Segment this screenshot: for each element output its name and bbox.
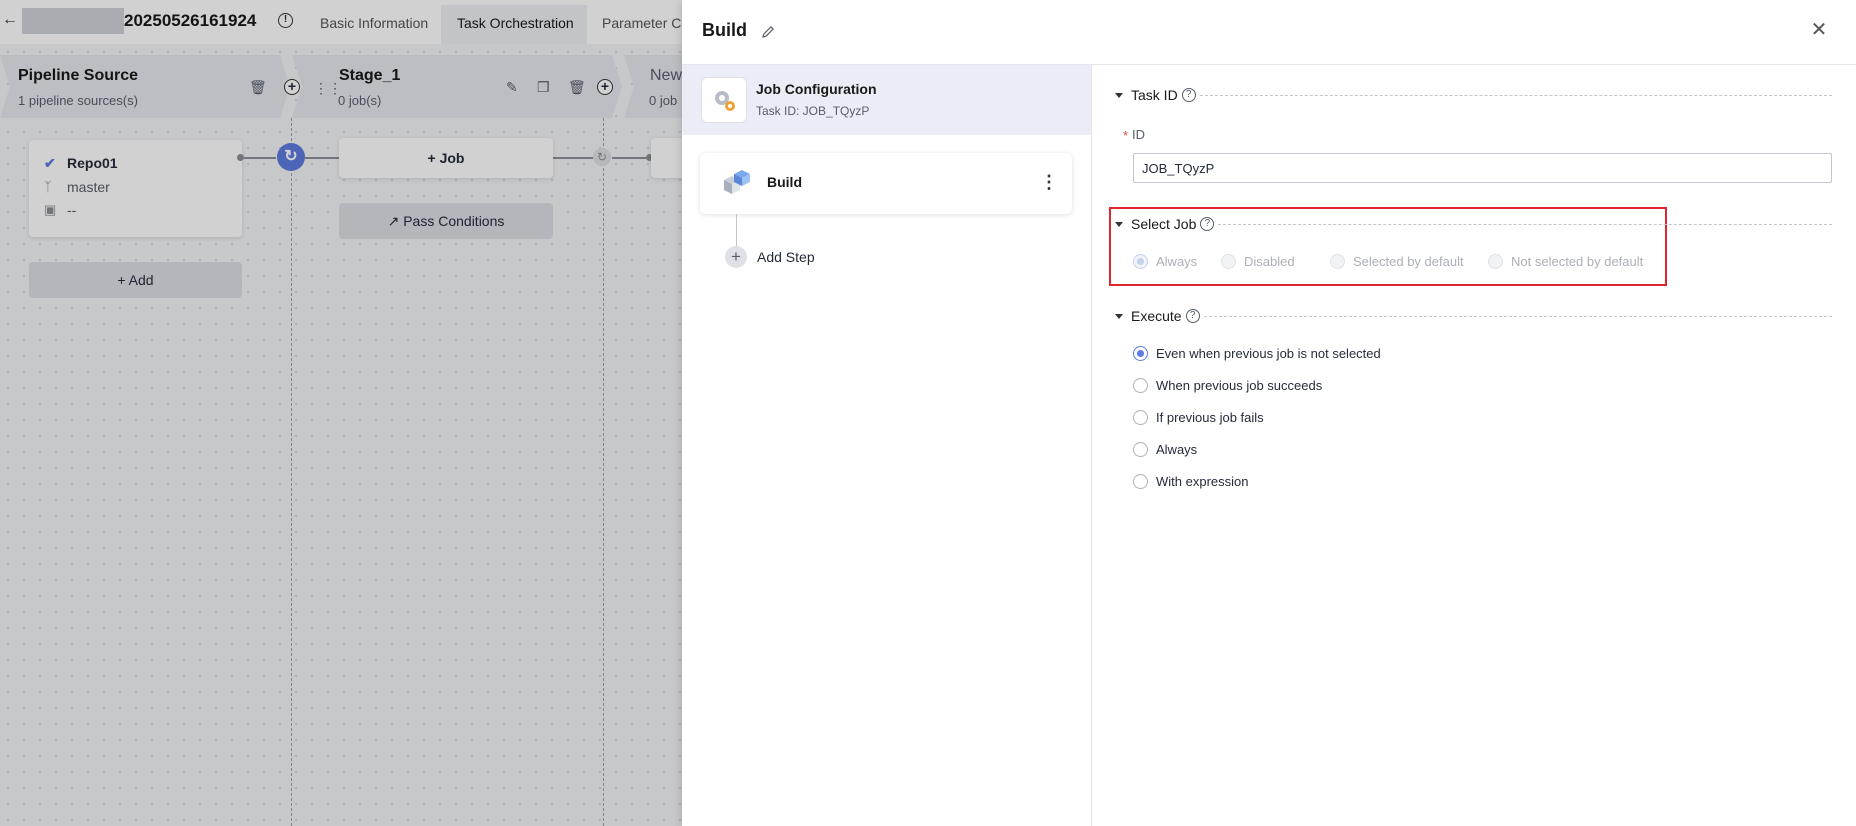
select-job-option-always[interactable]: Always — [1133, 254, 1197, 269]
execute-option-always[interactable]: Always — [1133, 442, 1197, 457]
select-job-option-selected-by-default[interactable]: Selected by default — [1330, 254, 1464, 269]
execute-option-with-expression[interactable]: With expression — [1133, 474, 1248, 489]
radio-label: With expression — [1156, 474, 1249, 489]
select-job-section-header[interactable]: Select Job ? — [1115, 214, 1832, 234]
task-id-section-label: Task ID — [1131, 87, 1178, 103]
radio-button[interactable] — [1133, 442, 1148, 457]
radio-label: Not selected by default — [1511, 254, 1644, 269]
modal-overlay[interactable] — [0, 0, 682, 826]
select-job-section-label: Select Job — [1131, 216, 1197, 232]
radio-label: Disabled — [1244, 254, 1295, 269]
task-id-input[interactable] — [1133, 153, 1832, 183]
radio-label: When previous job succeeds — [1156, 378, 1323, 393]
drawer-header: Build ✕ — [682, 0, 1856, 65]
required-marker: * — [1123, 128, 1129, 143]
build-step-card[interactable]: Build ⋮ — [700, 153, 1072, 214]
job-settings-panel: Task ID ? * ID Select Job ? Always Disab… — [1093, 65, 1856, 826]
radio-button[interactable] — [1330, 254, 1345, 269]
radio-button[interactable] — [1133, 346, 1148, 361]
section-divider — [1199, 94, 1832, 96]
edit-title-icon[interactable] — [760, 24, 776, 40]
radio-button[interactable] — [1488, 254, 1503, 269]
execute-section-header[interactable]: Execute ? — [1115, 306, 1832, 326]
select-job-option-disabled[interactable]: Disabled — [1221, 254, 1295, 269]
job-config-title: Job Configuration — [756, 81, 877, 97]
task-id-section-header[interactable]: Task ID ? — [1115, 85, 1832, 105]
radio-label: Always — [1156, 254, 1198, 269]
collapse-caret-icon — [1115, 221, 1123, 227]
execute-option-even-when-not-selected[interactable]: Even when previous job is not selected — [1133, 346, 1381, 361]
radio-label: If previous job fails — [1156, 410, 1264, 425]
build-step-label: Build — [767, 174, 802, 190]
collapse-caret-icon — [1115, 313, 1123, 319]
radio-button[interactable] — [1133, 410, 1148, 425]
select-job-option-not-selected-by-default[interactable]: Not selected by default — [1488, 254, 1643, 269]
job-config-task-id: Task ID: JOB_TQyzP — [756, 104, 870, 118]
radio-button[interactable] — [1133, 254, 1148, 269]
help-icon[interactable]: ? — [1185, 309, 1200, 323]
id-label: ID — [1132, 127, 1145, 142]
radio-button[interactable] — [1133, 378, 1148, 393]
job-configuration-item[interactable]: Job Configuration Task ID: JOB_TQyzP — [682, 65, 1091, 135]
add-step-button[interactable]: Add Step — [757, 249, 815, 265]
radio-label: Always — [1156, 442, 1198, 457]
drawer-steps-panel: Job Configuration Task ID: JOB_TQyzP Bui… — [682, 65, 1092, 826]
help-icon[interactable]: ? — [1200, 217, 1215, 231]
section-divider — [1203, 315, 1832, 317]
execute-section-label: Execute — [1131, 308, 1182, 324]
execute-option-when-previous-succeeds[interactable]: When previous job succeeds — [1133, 378, 1322, 393]
radio-label: Even when previous job is not selected — [1156, 346, 1381, 361]
job-config-icon — [701, 77, 747, 123]
build-drawer: Build ✕ Job Configuration Task ID: JOB_T… — [682, 0, 1856, 826]
radio-button[interactable] — [1133, 474, 1148, 489]
execute-option-if-previous-fails[interactable]: If previous job fails — [1133, 410, 1264, 425]
build-icon — [724, 170, 750, 194]
radio-button[interactable] — [1221, 254, 1236, 269]
section-divider — [1218, 223, 1832, 225]
more-options-icon[interactable]: ⋮ — [1040, 170, 1058, 194]
radio-label: Selected by default — [1353, 254, 1464, 269]
help-icon[interactable]: ? — [1181, 88, 1196, 102]
close-icon[interactable]: ✕ — [1810, 20, 1828, 40]
add-step-icon[interactable]: + — [725, 246, 747, 268]
collapse-caret-icon — [1115, 92, 1123, 98]
drawer-title: Build — [702, 20, 747, 40]
